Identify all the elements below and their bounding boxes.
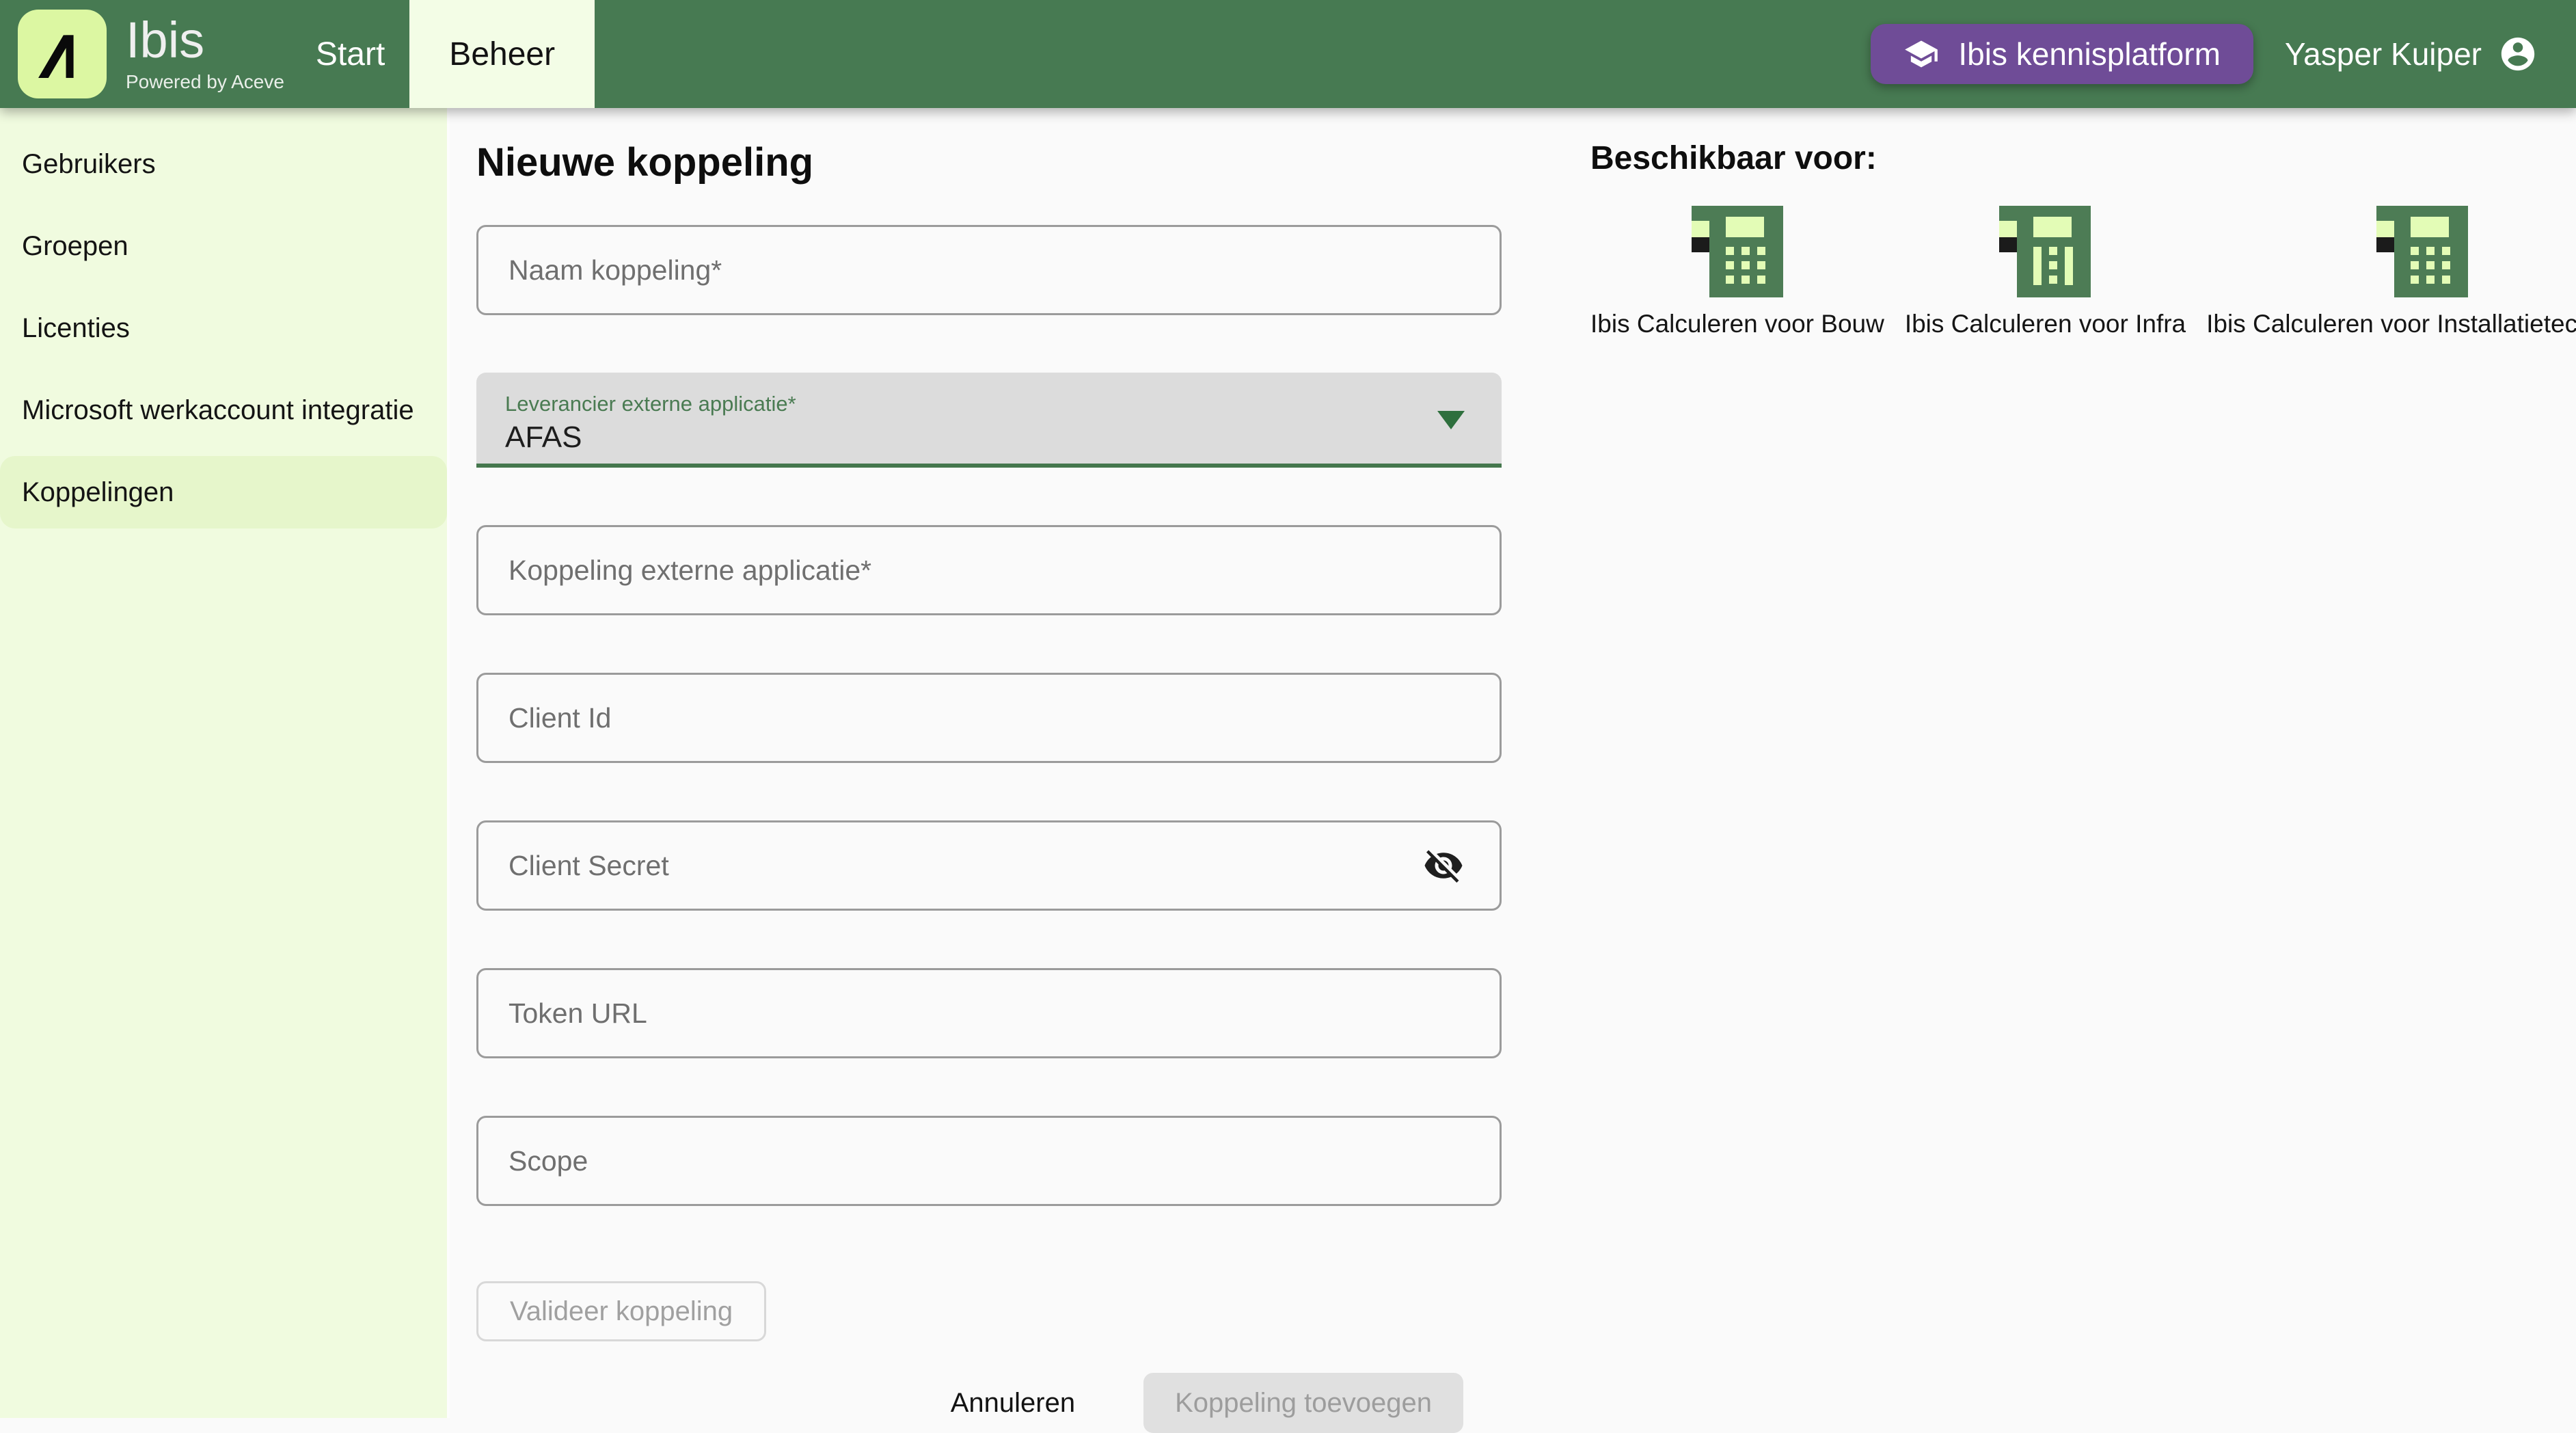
app-ibis-calculeren-voor-installatietechniek: Ibis Calculeren voor Installatietechniek	[2206, 206, 2576, 338]
app-name: Ibis Calculeren voor Infra	[1905, 310, 2186, 338]
new-koppeling-form: Nieuwe koppeling Leverancier externe app…	[476, 139, 1502, 1433]
app-name: Ibis Calculeren voor Installatietechniek	[2206, 310, 2576, 338]
sidebar-item-label: Groepen	[22, 231, 128, 262]
brand-wordmark: Ibis Powered by Aceve	[126, 15, 284, 93]
tab-beheer-label: Beheer	[449, 36, 555, 73]
tab-start[interactable]: Start	[291, 0, 409, 108]
ibis-logo-icon	[18, 10, 107, 98]
sidebar-item-gebruikers[interactable]: Gebruikers	[0, 123, 447, 205]
sidebar-item-licenties[interactable]: Licenties	[0, 287, 447, 369]
koppeling-externe-applicatie-field	[476, 525, 1502, 615]
koppeling-externe-applicatie-input[interactable]	[478, 527, 1500, 613]
user-name[interactable]: Yasper Kuiper	[2285, 36, 2482, 72]
select-underline	[476, 464, 1502, 468]
token-url-field	[476, 968, 1502, 1058]
sidebar-item-label: Licenties	[22, 313, 130, 344]
client-secret-input[interactable]	[478, 822, 1500, 909]
form-actions: Annuleren Koppeling toevoegen	[476, 1373, 1502, 1433]
client-id-field	[476, 673, 1502, 763]
dropdown-arrow-icon	[1437, 411, 1465, 429]
app-ibis-calculeren-voor-infra: Ibis Calculeren voor Infra	[1905, 206, 2186, 338]
validate-koppeling-button[interactable]: Valideer koppeling	[476, 1281, 766, 1341]
add-koppeling-button[interactable]: Koppeling toevoegen	[1143, 1373, 1463, 1433]
page-title: Nieuwe koppeling	[476, 139, 1502, 185]
available-apps: Ibis Calculeren voor Bouw Ibis Calculere…	[1590, 206, 2576, 338]
graduation-cap-icon	[1903, 36, 1939, 72]
brand-title: Ibis	[126, 15, 284, 66]
scope-input[interactable]	[478, 1118, 1500, 1204]
powered-by-label: Powered by Aceve	[126, 71, 284, 93]
sidebar-item-label: Gebruikers	[22, 149, 156, 180]
available-for-panel: Beschikbaar voor: Ibis Calculeren voor B…	[1590, 139, 2576, 338]
client-id-input[interactable]	[478, 675, 1500, 761]
calculator-bars-icon	[1999, 206, 2091, 297]
sidebar-item-label: Microsoft werkaccount integratie	[22, 395, 414, 426]
kennisplatform-button[interactable]: Ibis kennisplatform	[1871, 24, 2253, 84]
naam-koppeling-input[interactable]	[478, 227, 1500, 313]
calculator-grid-icon	[2376, 206, 2468, 297]
ibis-logo-glyph	[31, 23, 94, 85]
available-for-title: Beschikbaar voor:	[1590, 139, 2576, 177]
naam-koppeling-field	[476, 225, 1502, 315]
sidebar-item-koppelingen[interactable]: Koppelingen	[0, 451, 447, 533]
app-ibis-calculeren-voor-bouw: Ibis Calculeren voor Bouw	[1590, 206, 1884, 338]
visibility-off-icon	[1423, 845, 1464, 886]
app-name: Ibis Calculeren voor Bouw	[1590, 310, 1884, 338]
header: Ibis Powered by Aceve Start Beheer Ibis …	[0, 0, 2576, 108]
tab-start-label: Start	[316, 36, 385, 73]
leverancier-select-label: Leverancier externe applicatie*	[505, 392, 796, 416]
sidebar-item-groepen[interactable]: Groepen	[0, 205, 447, 287]
user-menu: Yasper Kuiper	[2285, 34, 2538, 74]
sidebar: Gebruikers Groepen Licenties Microsoft w…	[0, 108, 450, 1418]
leverancier-select-value: AFAS	[505, 420, 582, 455]
sidebar-item-microsoft-werkaccount-integratie[interactable]: Microsoft werkaccount integratie	[0, 369, 447, 451]
kennisplatform-label: Ibis kennisplatform	[1958, 36, 2221, 72]
tab-beheer[interactable]: Beheer	[409, 0, 595, 108]
client-secret-field	[476, 820, 1502, 911]
token-url-input[interactable]	[478, 970, 1500, 1056]
cancel-button[interactable]: Annuleren	[951, 1388, 1075, 1419]
scope-field	[476, 1116, 1502, 1206]
sidebar-item-label: Koppelingen	[22, 477, 174, 508]
calculator-grid-icon	[1692, 206, 1783, 297]
leverancier-select[interactable]: Leverancier externe applicatie* AFAS	[476, 373, 1502, 468]
toggle-visibility-button[interactable]	[1423, 845, 1464, 886]
account-circle-icon[interactable]	[2498, 34, 2538, 74]
